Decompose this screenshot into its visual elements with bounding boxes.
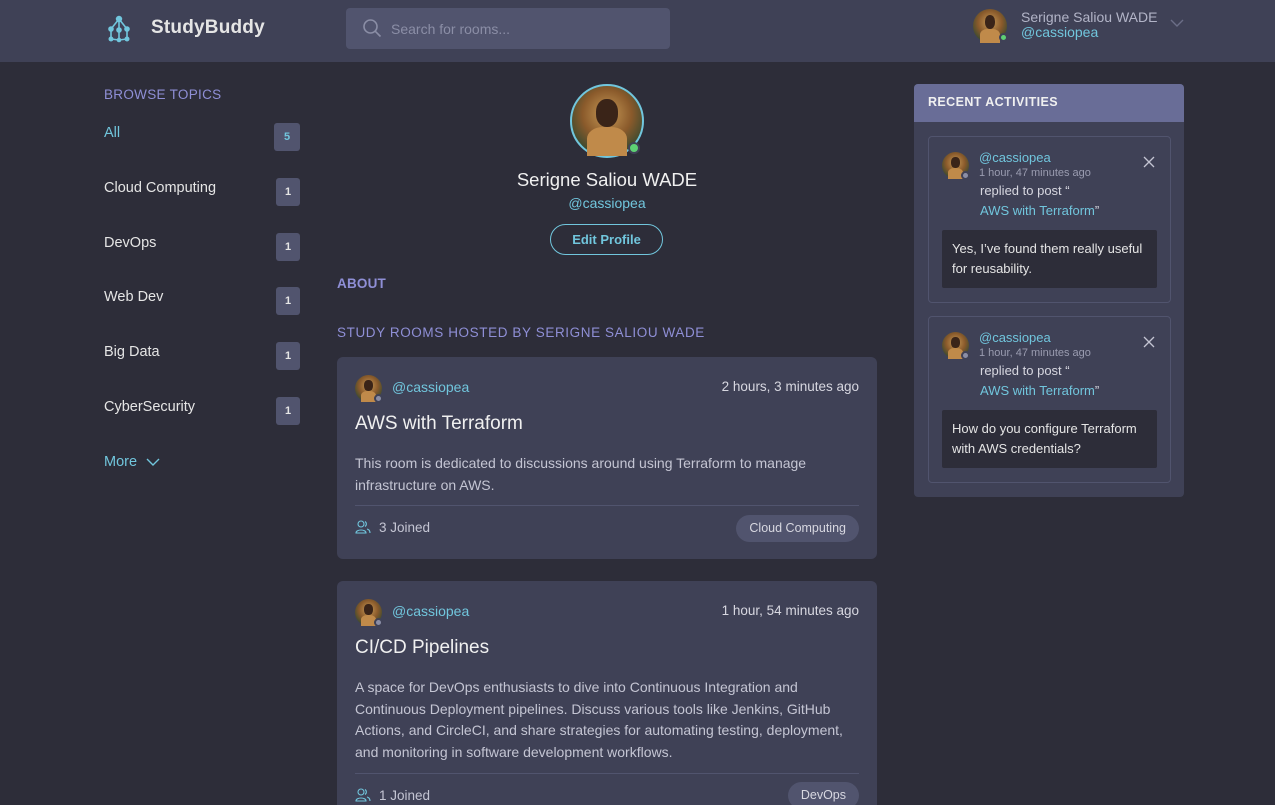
topic-label: DevOps — [104, 235, 157, 251]
topic-label: CyberSecurity — [104, 399, 196, 415]
room-timestamp: 2 hours, 3 minutes ago — [721, 379, 859, 394]
users-icon — [355, 520, 371, 534]
user-name: Serigne Saliou WADE — [1021, 9, 1158, 25]
activity-post-line: AWS with Terraform” — [980, 383, 1099, 398]
more-label: More — [104, 454, 138, 470]
avatar[interactable] — [942, 332, 970, 360]
joined-count: 1 Joined — [379, 787, 431, 803]
room-host-link[interactable]: @cassiopea — [392, 603, 469, 619]
browse-topics-title: BROWSE TOPICS — [104, 87, 222, 102]
room-timestamp: 1 hour, 54 minutes ago — [721, 603, 859, 618]
topic-count-badge: 1 — [276, 287, 300, 315]
room-description: A space for DevOps enthusiasts to dive i… — [355, 679, 843, 760]
quote-mark: ” — [1094, 203, 1100, 218]
room-description: This room is dedicated to discussions ar… — [355, 455, 807, 493]
online-indicator — [628, 142, 640, 154]
close-icon[interactable] — [1142, 335, 1156, 349]
recent-activities-panel: RECENT ACTIVITIES @cassiopea 1 hour, 47 … — [914, 84, 1184, 497]
room-participants: 3 Joined — [355, 519, 430, 535]
activity-timestamp: 1 hour, 47 minutes ago — [979, 347, 1091, 359]
room-title-link[interactable]: CI/CD Pipelines — [355, 637, 489, 659]
logo[interactable]: StudyBuddy — [104, 13, 265, 43]
user-handle: @cassiopea — [1021, 24, 1099, 40]
avatar[interactable] — [973, 9, 1008, 43]
search-bar[interactable] — [346, 8, 670, 49]
topic-count-badge: 1 — [276, 178, 300, 206]
recent-activities-header: RECENT ACTIVITIES — [914, 84, 1184, 122]
room-host-link[interactable]: @cassiopea — [392, 379, 469, 395]
profile-handle[interactable]: @cassiopea — [337, 195, 877, 211]
status-indicator — [961, 171, 970, 180]
divider — [355, 505, 859, 506]
activity-timestamp: 1 hour, 47 minutes ago — [979, 167, 1091, 179]
topic-item-devops[interactable]: DevOps 1 — [104, 233, 300, 261]
search-input[interactable] — [391, 8, 661, 49]
search-icon — [363, 19, 382, 38]
status-indicator — [961, 351, 970, 360]
recent-activities-title: RECENT ACTIVITIES — [928, 95, 1058, 109]
activity-action: replied to post “ — [980, 183, 1070, 198]
topic-label: Cloud Computing — [104, 180, 217, 196]
activity-item: @cassiopea 1 hour, 47 minutes ago replie… — [928, 136, 1171, 303]
activity-message: How do you configure Terraform with AWS … — [942, 410, 1157, 468]
activity-post-line: AWS with Terraform” — [980, 203, 1099, 218]
activity-user-link[interactable]: @cassiopea — [979, 150, 1051, 165]
quote-mark: ” — [1094, 383, 1100, 398]
topic-item-all[interactable]: All 5 — [104, 123, 300, 151]
activity-post-link[interactable]: AWS with Terraform — [980, 203, 1095, 218]
room-topic-tag[interactable]: DevOps — [787, 782, 859, 805]
topic-count-badge: 1 — [276, 233, 300, 261]
activity-message: Yes, I’ve found them really useful for r… — [942, 230, 1157, 288]
topic-label: All — [104, 125, 121, 141]
topic-item-big-data[interactable]: Big Data 1 — [104, 342, 300, 370]
room-card: @cassiopea 1 hour, 54 minutes ago CI/CD … — [337, 581, 877, 805]
topic-count-badge: 5 — [274, 123, 300, 151]
topic-item-web-dev[interactable]: Web Dev 1 — [104, 287, 300, 315]
edit-profile-button[interactable]: Edit Profile — [550, 224, 663, 255]
chevron-down-icon — [146, 458, 160, 466]
avatar[interactable] — [942, 152, 970, 180]
topic-count-badge: 1 — [276, 342, 300, 370]
profile-avatar — [570, 84, 644, 158]
activity-action: replied to post “ — [980, 363, 1070, 378]
room-topic-tag[interactable]: Cloud Computing — [736, 515, 859, 542]
user-menu[interactable]: Serigne Saliou WADE @cassiopea — [973, 9, 1184, 43]
more-topics-link[interactable]: More — [104, 454, 161, 470]
room-participants: 1 Joined — [355, 787, 430, 803]
users-icon — [355, 788, 371, 802]
joined-count: 3 Joined — [379, 519, 431, 535]
hosted-rooms-heading: STUDY ROOMS HOSTED BY SERIGNE SALIOU WAD… — [337, 325, 705, 340]
app-name: StudyBuddy — [151, 17, 265, 38]
topic-item-cybersecurity[interactable]: CyberSecurity 1 — [104, 397, 300, 425]
topic-count-badge: 1 — [276, 397, 300, 425]
logo-icon — [108, 15, 130, 43]
avatar[interactable] — [355, 599, 383, 627]
top-navbar: StudyBuddy Serigne Saliou WADE @cassiope… — [0, 0, 1275, 62]
topic-item-cloud-computing[interactable]: Cloud Computing 1 — [104, 178, 300, 206]
online-indicator — [999, 33, 1008, 42]
status-indicator — [374, 394, 383, 403]
topic-label: Big Data — [104, 344, 160, 360]
avatar[interactable] — [355, 375, 383, 403]
room-card: @cassiopea 2 hours, 3 minutes ago AWS wi… — [337, 357, 877, 559]
activity-item: @cassiopea 1 hour, 47 minutes ago replie… — [928, 316, 1171, 483]
chevron-down-icon[interactable] — [1169, 15, 1185, 31]
about-heading: ABOUT — [337, 276, 386, 291]
topic-label: Web Dev — [104, 289, 164, 305]
activity-post-link[interactable]: AWS with Terraform — [980, 383, 1095, 398]
status-indicator — [374, 618, 383, 627]
profile-name: Serigne Saliou WADE — [516, 169, 698, 190]
divider — [355, 773, 859, 774]
close-icon[interactable] — [1142, 155, 1156, 169]
room-title-link[interactable]: AWS with Terraform — [355, 413, 523, 435]
activity-user-link[interactable]: @cassiopea — [979, 330, 1051, 345]
